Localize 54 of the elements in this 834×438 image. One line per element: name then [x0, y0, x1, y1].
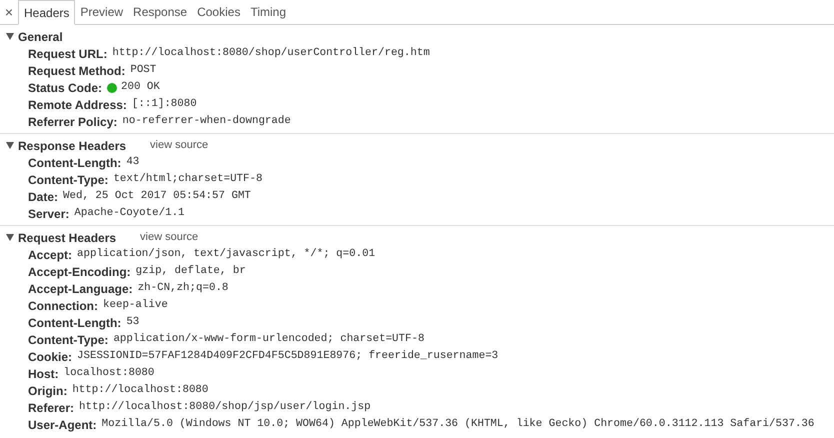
- header-value: application/json, text/javascript, */*; q=0.01: [77, 247, 376, 262]
- header-name: Content-Length:: [28, 154, 122, 172]
- tab[interactable]: Cookies: [192, 0, 246, 24]
- header-name: Cookie:: [28, 348, 72, 366]
- header-name: Remote Address:: [28, 96, 127, 114]
- expanded-triangle-icon[interactable]: [6, 234, 14, 241]
- tab[interactable]: Response: [128, 0, 192, 24]
- header-name: Content-Type:: [28, 172, 108, 188]
- tab[interactable]: Headers: [18, 0, 76, 25]
- header-name: Accept-Language:: [28, 280, 133, 298]
- header-value: http://localhost:8080: [72, 383, 208, 398]
- header-name: Origin:: [28, 382, 68, 400]
- header-value: [::1]:8080: [132, 97, 197, 112]
- header-name: Accept:: [28, 246, 72, 264]
- header-value: 53: [126, 315, 140, 330]
- expanded-triangle-icon[interactable]: [6, 33, 14, 40]
- header-value: Apache-Coyote/1.1: [74, 206, 185, 222]
- header-name: Date:: [28, 188, 58, 206]
- view-source-link[interactable]: view source: [140, 229, 198, 246]
- header-value: keep-alive: [103, 298, 168, 314]
- tab[interactable]: Timing: [245, 0, 292, 24]
- section-title[interactable]: General: [18, 28, 63, 46]
- section-title[interactable]: Response Headers: [18, 136, 126, 154]
- header-value: POST: [130, 63, 156, 78]
- header-name: Content-Length:: [28, 314, 122, 332]
- header-value: JSESSIONID=57FAF1284D409F2CFD4F5C5D891E8976; freeride_rusername=3: [77, 349, 498, 364]
- header-name: Connection:: [28, 298, 98, 314]
- header-name: Request Method:: [28, 62, 126, 80]
- header-value: Wed, 25 Oct 2017 05:54:57 GMT: [63, 189, 251, 204]
- header-name: Status Code:: [28, 80, 102, 96]
- header-name: Referrer Policy:: [28, 114, 118, 130]
- header-value: http://localhost:8080/shop/jsp/user/login.jsp: [79, 400, 371, 416]
- view-source-link[interactable]: view source: [150, 137, 208, 154]
- header-value: http://localhost:8080/shop/userController/reg.htm: [112, 46, 430, 62]
- expanded-triangle-icon[interactable]: [6, 142, 14, 149]
- header-value: no-referrer-when-downgrade: [122, 114, 291, 130]
- header-name: Accept-Encoding:: [28, 264, 131, 280]
- header-name: Server:: [28, 206, 70, 222]
- close-button[interactable]: ×: [0, 0, 18, 24]
- header-name: User-Agent:: [28, 416, 97, 434]
- header-value: text/html;charset=UTF-8: [113, 172, 262, 188]
- header-name: Content-Type:: [28, 332, 108, 348]
- header-value: 43: [126, 155, 140, 170]
- header-value: zh-CN,zh;q=0.8: [138, 281, 228, 296]
- header-value: Mozilla/5.0 (Windows NT 10.0; WOW64) AppleWebKit/537.36 (KHTML, like Gecko) Chrome/60.0.3112.113 Safari/537.36: [102, 417, 814, 432]
- header-value: gzip, deflate, br: [136, 264, 246, 280]
- header-name: Request URL:: [28, 46, 108, 62]
- header-name: Host:: [28, 366, 59, 382]
- section-title[interactable]: Request Headers: [18, 228, 116, 246]
- header-value: application/x-www-form-urlencoded; charset=UTF-8: [113, 332, 424, 348]
- tab[interactable]: Preview: [75, 0, 128, 24]
- header-name: Referer:: [28, 400, 74, 416]
- header-value: 200 OK: [121, 80, 160, 96]
- header-value: localhost:8080: [64, 366, 154, 382]
